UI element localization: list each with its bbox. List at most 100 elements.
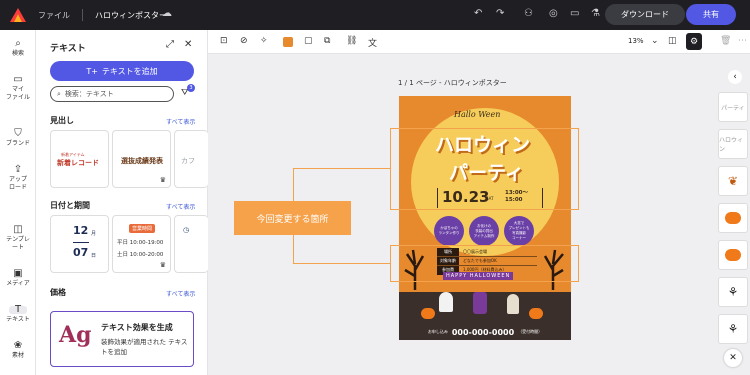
- context-toolbar: ⊡ ⊘ ✧ ▢ ⧉ ⛓ 文 13% ⌄ ◫ ⚙ 🗑 ⋯: [208, 30, 750, 54]
- more-icon[interactable]: ⋯: [738, 36, 747, 46]
- rail-elements[interactable]: ❀ 素材: [0, 341, 36, 360]
- rail-search[interactable]: ⌕ 検索: [0, 38, 36, 58]
- highlight-box-info: [390, 245, 579, 282]
- calendar-icon: ◷: [183, 226, 190, 234]
- rail-media[interactable]: ▣ メディア: [0, 269, 36, 288]
- card-heading: カフ: [181, 157, 195, 165]
- translate-icon[interactable]: 文: [368, 36, 377, 49]
- poster-script-title: Hallo Ween: [454, 110, 501, 119]
- expand-icon[interactable]: ⤢: [166, 39, 174, 50]
- location-icon[interactable]: ◎: [549, 8, 558, 19]
- footer-phone: 000-000-0000: [451, 327, 515, 337]
- see-all-dates-link[interactable]: すべて表示: [166, 202, 195, 211]
- rail-brand[interactable]: ⛉ ブランド: [0, 128, 36, 148]
- generate-text-effect-card[interactable]: Ag テキスト効果を生成 装飾効果が適用された テキストを追加: [50, 311, 194, 367]
- invite-icon[interactable]: ⚇: [524, 8, 533, 19]
- left-rail: ⌕ 検索 ▭ マイ ファイル ⛉ ブランド ⇪ アップ ロード ◫ テンプレ ート ▣ メデ…: [0, 30, 36, 375]
- pumpkin-icon: [725, 249, 741, 261]
- layer-thumb[interactable]: ハロウィン: [718, 129, 748, 159]
- date-divider: [73, 242, 89, 243]
- layers-icon[interactable]: ⧉: [324, 36, 330, 46]
- adjust-active-button[interactable]: ⚙: [686, 33, 702, 50]
- search-input[interactable]: ⌕ 検索：テキスト: [50, 86, 174, 102]
- document-title[interactable]: ハロウィンポスター: [95, 10, 167, 21]
- panel-title: テキスト: [50, 44, 86, 54]
- top-bar: ファイル ハロウィンポスター ☁ ↶ ↷ ⚇ ◎ ▭ ⚗ ダウンロード 共有: [0, 0, 750, 30]
- search-icon: ⌕: [15, 38, 21, 49]
- see-all-price-link[interactable]: すべて表示: [166, 289, 195, 298]
- heading-card[interactable]: カフ: [174, 130, 208, 188]
- comment-icon[interactable]: ▭: [570, 8, 579, 19]
- download-button[interactable]: ダウンロード: [605, 4, 685, 25]
- rail-upload[interactable]: ⇪ アップ ロード: [0, 165, 36, 192]
- hours-badge: 営業時間: [129, 224, 156, 233]
- text-effect-title: テキスト効果を生成: [101, 323, 173, 332]
- text-panel: テキスト ⤢ ✕ T+ テキストを追加 ⌕ 検索：テキスト ⛛ 3 見出し すべ…: [36, 30, 208, 375]
- replace-image-icon[interactable]: ⊡: [220, 36, 228, 46]
- rail-text[interactable]: T テキスト: [0, 305, 36, 324]
- activity-circle: お化けの 衣装の貸出 アイテム制作: [469, 216, 499, 246]
- filter-count-badge: 3: [187, 84, 195, 92]
- poster-footer: お申し込み 000-000-0000 （受付時間）: [399, 324, 571, 340]
- text-icon: T: [9, 305, 27, 315]
- remove-background-icon[interactable]: ⊘: [240, 36, 248, 46]
- footer-label: お申し込み: [427, 329, 448, 334]
- heading-card[interactable]: 新着アイテム 新着レコード: [50, 130, 109, 188]
- layer-thumb[interactable]: パーティ: [718, 92, 748, 122]
- fit-page-icon[interactable]: ◫: [668, 36, 677, 46]
- date-day-unit: 日: [91, 253, 97, 259]
- date-day: 07: [73, 246, 89, 259]
- pumpkin: [421, 308, 435, 319]
- add-text-icon: T+: [86, 66, 98, 76]
- crop-icon[interactable]: ▢: [304, 36, 313, 46]
- brand-icon: ⛉: [14, 128, 22, 139]
- card-heading: 新着レコード: [57, 159, 99, 167]
- section-title-dates: 日付と期間: [50, 201, 90, 210]
- tree-icon: ⚘: [727, 285, 739, 299]
- page-label: 1 / 1 ページ - ハロウィンポスター: [398, 79, 507, 87]
- undo-icon[interactable]: ↶: [474, 8, 482, 19]
- see-all-headings-link[interactable]: すべて表示: [166, 117, 195, 126]
- date-card[interactable]: 12 月 07 日: [50, 215, 109, 273]
- delete-icon[interactable]: 🗑: [720, 36, 731, 46]
- file-menu[interactable]: ファイル: [38, 10, 70, 21]
- highlight-box-title: [390, 128, 579, 210]
- pumpkin-icon: [725, 212, 741, 224]
- effects-icon[interactable]: ✧: [260, 36, 268, 46]
- rail-my-files[interactable]: ▭ マイ ファイル: [0, 75, 36, 102]
- close-icon[interactable]: ✕: [724, 349, 742, 367]
- mummy: [507, 294, 519, 314]
- date-month-unit: 月: [91, 231, 97, 237]
- date-card[interactable]: ◷: [174, 215, 208, 273]
- link-icon[interactable]: ⛓: [346, 36, 357, 46]
- activity-circle: かぼちゃの ランタン作り: [434, 216, 464, 246]
- text-effect-description: 装飾効果が適用された テキストを追加: [101, 338, 188, 356]
- section-title-price: 価格: [50, 288, 66, 297]
- flask-icon[interactable]: ⚗: [591, 8, 600, 19]
- section-title-headings: 見出し: [50, 116, 74, 125]
- layer-thumb[interactable]: [718, 203, 748, 233]
- chevron-left-icon[interactable]: ‹: [728, 70, 742, 84]
- bat-icon: ❦: [727, 174, 739, 188]
- rail-templates[interactable]: ◫ テンプレ ート: [0, 225, 36, 252]
- heading-card[interactable]: 選抜成績発表 ♛: [112, 130, 171, 188]
- layer-thumb[interactable]: ⚘: [718, 314, 748, 344]
- share-button[interactable]: 共有: [686, 4, 736, 25]
- redo-icon[interactable]: ↷: [496, 8, 504, 19]
- hours-line: 土日 10:00-20:00: [117, 252, 164, 258]
- fill-color-swatch[interactable]: [283, 37, 293, 47]
- text-effect-glyph: Ag: [59, 322, 92, 348]
- filter-button[interactable]: ⛛ 3: [181, 84, 195, 98]
- change-callout: 今回変更する箇所: [234, 201, 351, 235]
- layer-thumb[interactable]: ❦: [718, 166, 748, 196]
- adobe-express-logo[interactable]: [10, 8, 26, 22]
- chevron-down-icon[interactable]: ⌄: [651, 36, 659, 46]
- add-text-button[interactable]: T+ テキストを追加: [50, 61, 194, 81]
- date-card[interactable]: 営業時間 平日 10:00-19:00 土日 10:00-20:00 ♛: [112, 215, 171, 273]
- zoom-level[interactable]: 13%: [628, 37, 644, 45]
- ghost: [439, 292, 453, 312]
- layer-thumb[interactable]: ⚘: [718, 277, 748, 307]
- hours-line: 平日 10:00-19:00: [117, 240, 164, 246]
- layer-thumb[interactable]: [718, 240, 748, 270]
- close-icon[interactable]: ✕: [184, 39, 192, 50]
